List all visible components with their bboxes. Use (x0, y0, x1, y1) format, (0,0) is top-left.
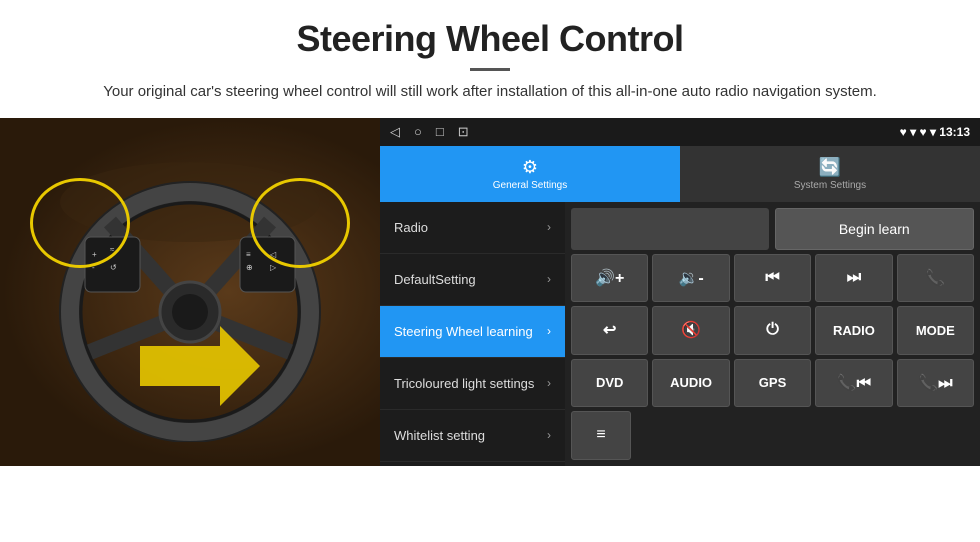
menu-arrow-whitelist: › (547, 428, 551, 442)
steering-wheel-bg: + - ≈ ↺ ≡ ⊕ ◁ ▷ (0, 118, 380, 466)
controls-area: Begin learn 🔊+ 🔉- ⏮ (565, 202, 980, 466)
highlight-circle-left (30, 178, 130, 268)
controls-row-3: DVD AUDIO GPS 📞⏮ 📞⏭ (571, 359, 974, 408)
menu-arrow-tricoloured: › (547, 376, 551, 390)
title-divider (470, 68, 510, 71)
call-prev-button[interactable]: 📞⏮ (815, 359, 892, 408)
menu-arrow-radio: › (547, 220, 551, 234)
menu-grid-icon: ≡ (596, 426, 605, 444)
status-time: ♥ ▾ ♥ ▾ 13:13 (900, 125, 970, 139)
signal-icons: ♥ ▾ (900, 125, 920, 139)
volume-up-button[interactable]: 🔊+ (571, 254, 648, 303)
menu-item-steering-label: Steering Wheel learning (394, 324, 533, 339)
menu-item-radio-label: Radio (394, 220, 428, 235)
next-track-button[interactable]: ⏭ (815, 254, 892, 303)
general-settings-icon: ⚙ (522, 157, 538, 178)
mute-icon: 🔇 (681, 320, 701, 340)
mode-label: MODE (916, 323, 955, 338)
power-icon: ⏻ (766, 321, 779, 339)
volume-down-button[interactable]: 🔉- (652, 254, 729, 303)
home-icon[interactable]: ○ (414, 124, 422, 140)
next-track-icon: ⏭ (847, 269, 861, 287)
tab-general-settings[interactable]: ⚙ General Settings (380, 146, 680, 202)
menu-arrow-default: › (547, 272, 551, 286)
key-display-box (571, 208, 769, 250)
menu-grid-button[interactable]: ≡ (571, 411, 631, 460)
menu-icon[interactable]: ⊡ (458, 124, 469, 140)
svg-text:↺: ↺ (110, 263, 117, 272)
begin-learn-button[interactable]: Begin learn (775, 208, 975, 250)
controls-row-1: 🔊+ 🔉- ⏮ ⏭ 📞 (571, 254, 974, 303)
menu-item-default-label: DefaultSetting (394, 272, 476, 287)
audio-button[interactable]: AUDIO (652, 359, 729, 408)
dvd-label: DVD (596, 375, 623, 390)
status-bar: ◁ ○ □ ⊡ ♥ ▾ ♥ ▾ 13:13 (380, 118, 980, 146)
prev-track-button[interactable]: ⏮ (734, 254, 811, 303)
menu-item-steering-wheel[interactable]: Steering Wheel learning › (380, 306, 565, 358)
page-subtitle: Your original car's steering wheel contr… (60, 81, 920, 104)
menu-item-default-setting[interactable]: DefaultSetting › (380, 254, 565, 306)
dvd-button[interactable]: DVD (571, 359, 648, 408)
controls-row-2: ↩ 🔇 ⏻ RADIO MODE (571, 306, 974, 355)
volume-up-icon: 🔊+ (595, 268, 624, 288)
content-area: + - ≈ ↺ ≡ ⊕ ◁ ▷ (0, 118, 980, 466)
main-area: Radio › DefaultSetting › Steering Wheel … (380, 202, 980, 466)
yellow-arrow (140, 326, 260, 406)
page-title: Steering Wheel Control (60, 18, 920, 60)
tab-system-label: System Settings (794, 180, 866, 191)
tab-bar: ⚙ General Settings 🔄 System Settings (380, 146, 980, 202)
gps-label: GPS (759, 375, 786, 390)
volume-down-icon: 🔉- (678, 268, 703, 288)
radio-label: RADIO (833, 323, 875, 338)
audio-label: AUDIO (670, 375, 712, 390)
menu-list: Radio › DefaultSetting › Steering Wheel … (380, 202, 565, 466)
radio-button[interactable]: RADIO (815, 306, 892, 355)
hangup-icon: ↩ (603, 320, 616, 340)
tab-general-label: General Settings (493, 180, 568, 191)
begin-learn-row: Begin learn (571, 208, 974, 250)
highlight-circle-right (250, 178, 350, 268)
call-next-icon: 📞⏭ (918, 373, 952, 393)
controls-row-4: ≡ (571, 411, 974, 460)
menu-item-tricoloured-label: Tricoloured light settings (394, 376, 534, 391)
menu-item-whitelist[interactable]: Whitelist setting › (380, 410, 565, 462)
menu-arrow-steering: › (547, 324, 551, 338)
hangup-button[interactable]: ↩ (571, 306, 648, 355)
android-ui-panel: ◁ ○ □ ⊡ ♥ ▾ ♥ ▾ 13:13 ⚙ General Settings… (380, 118, 980, 466)
svg-text:▷: ▷ (270, 263, 277, 272)
controls-grid: 🔊+ 🔉- ⏮ ⏭ 📞 (571, 254, 974, 460)
call-prev-icon: 📞⏮ (837, 373, 871, 393)
power-button[interactable]: ⏻ (734, 306, 811, 355)
call-button[interactable]: 📞 (897, 254, 974, 303)
recents-icon[interactable]: □ (436, 124, 444, 140)
top-section: Steering Wheel Control Your original car… (0, 0, 980, 118)
begin-learn-label: Begin learn (839, 221, 910, 237)
clock: ♥ ▾ 13:13 (919, 125, 970, 139)
menu-item-whitelist-label: Whitelist setting (394, 428, 485, 443)
menu-item-tricoloured[interactable]: Tricoloured light settings › (380, 358, 565, 410)
tab-system-settings[interactable]: 🔄 System Settings (680, 146, 980, 202)
svg-text:≡: ≡ (246, 250, 251, 259)
gps-button[interactable]: GPS (734, 359, 811, 408)
back-icon[interactable]: ◁ (390, 124, 400, 140)
mode-button[interactable]: MODE (897, 306, 974, 355)
steering-wheel-panel: + - ≈ ↺ ≡ ⊕ ◁ ▷ (0, 118, 380, 466)
phone-icon: 📞 (925, 268, 945, 288)
call-next-button[interactable]: 📞⏭ (897, 359, 974, 408)
svg-text:⊕: ⊕ (246, 263, 253, 272)
system-settings-icon: 🔄 (819, 157, 841, 178)
prev-track-icon: ⏮ (765, 269, 779, 287)
menu-item-radio[interactable]: Radio › (380, 202, 565, 254)
status-bar-left: ◁ ○ □ ⊡ (390, 124, 469, 140)
mute-button[interactable]: 🔇 (652, 306, 729, 355)
